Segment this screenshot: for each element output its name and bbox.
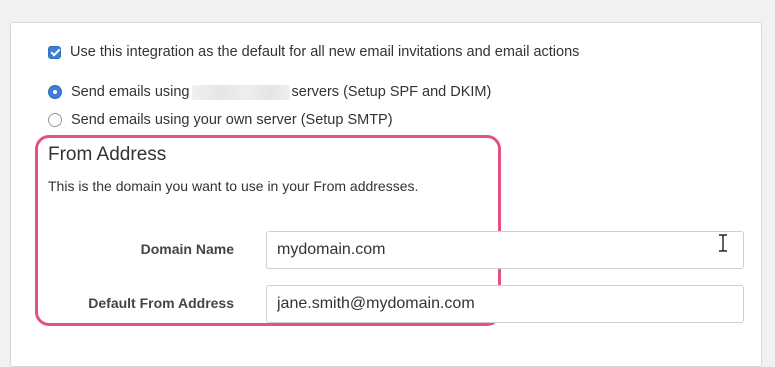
- redacted-brand-name: [191, 84, 290, 100]
- default-integration-label: Use this integration as the default for …: [70, 44, 580, 60]
- domain-name-label: Domain Name: [140, 241, 234, 257]
- send-builtin-label-suffix: servers (Setup SPF and DKIM): [291, 84, 492, 100]
- send-builtin-radio[interactable]: [48, 85, 62, 99]
- from-address-description: This is the domain you want to use in yo…: [48, 178, 419, 194]
- send-builtin-label-prefix: Send emails using: [71, 84, 190, 100]
- default-from-label: Default From Address: [88, 295, 234, 311]
- domain-name-input[interactable]: [266, 231, 744, 269]
- text-cursor-icon: [719, 234, 727, 252]
- default-integration-checkbox[interactable]: [48, 45, 61, 59]
- send-smtp-label: Send emails using your own server (Setup…: [71, 112, 393, 128]
- send-option-smtp[interactable]: Send emails using your own server (Setup…: [48, 112, 393, 128]
- default-from-input[interactable]: [266, 285, 744, 323]
- from-address-title: From Address: [48, 144, 167, 165]
- send-option-builtin[interactable]: Send emails using servers (Setup SPF and…: [48, 84, 491, 100]
- send-smtp-radio[interactable]: [48, 113, 62, 127]
- default-integration-option[interactable]: Use this integration as the default for …: [48, 44, 579, 60]
